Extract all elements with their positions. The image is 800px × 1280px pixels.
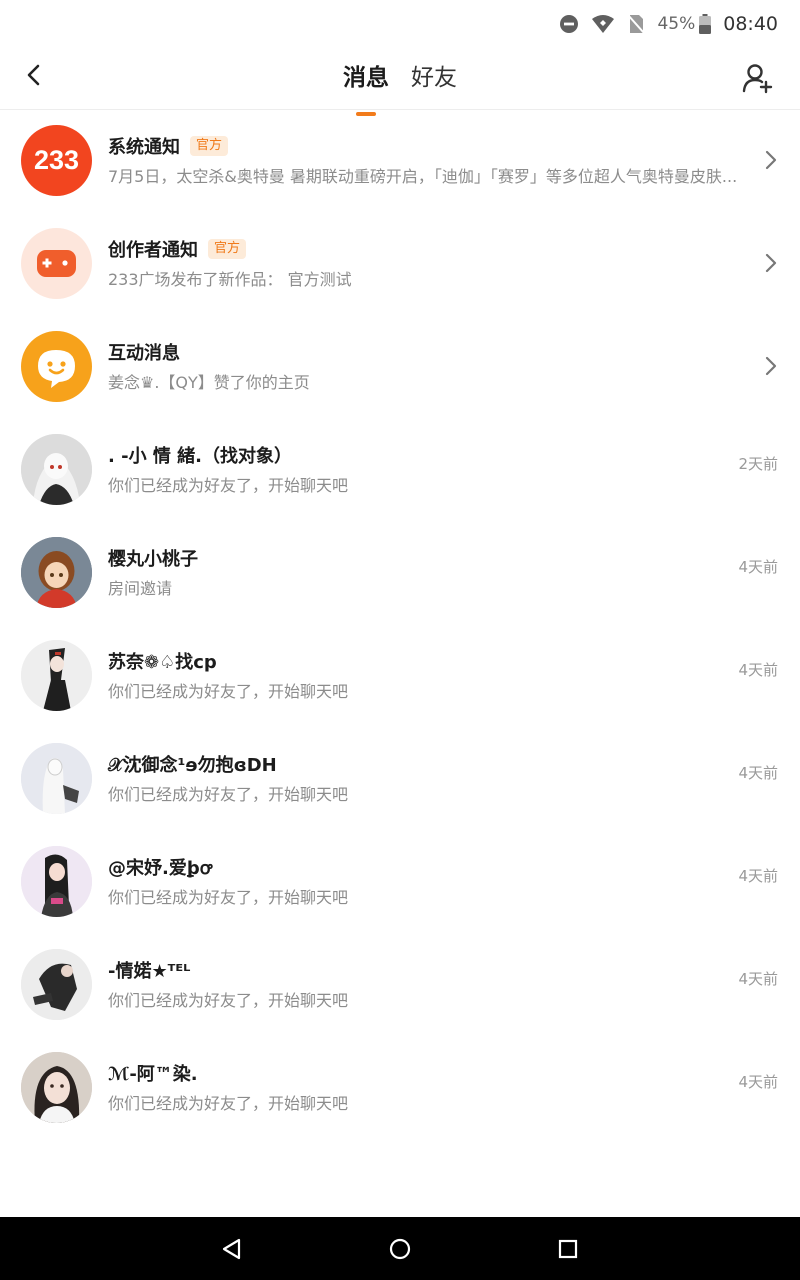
- item-time: 4天前: [738, 1073, 778, 1091]
- item-preview: 233广场发布了新作品： 官方测试: [108, 270, 352, 289]
- add-friend-button[interactable]: [742, 62, 774, 94]
- item-time: 4天前: [738, 867, 778, 885]
- user-avatar: [21, 434, 92, 505]
- item-preview: 你们已经成为好友了，开始聊天吧: [108, 1094, 349, 1113]
- item-title: . -小 情 緒.（找对象）: [108, 446, 292, 467]
- chevron-right-icon: [765, 150, 777, 170]
- nav-recents-icon: [558, 1239, 578, 1259]
- nav-recents-button[interactable]: [556, 1237, 580, 1261]
- chevron-right-icon: [765, 253, 777, 273]
- user-avatar: [21, 1052, 92, 1123]
- item-time: 4天前: [738, 558, 778, 576]
- list-item-interaction-messages[interactable]: 互动消息 姜念♛.【QY】赞了你的主页: [0, 315, 800, 418]
- battery-percentage: 45%: [657, 14, 696, 34]
- chat-item[interactable]: -情婼★ᵀᴱᴸ 你们已经成为好友了，开始聊天吧 4天前: [0, 933, 800, 1036]
- nav-back-button[interactable]: [220, 1237, 244, 1261]
- item-title: -情婼★ᵀᴱᴸ: [108, 961, 191, 982]
- nav-home-icon: [389, 1238, 411, 1260]
- item-title: 创作者通知: [108, 240, 198, 261]
- official-badge: 官方: [208, 239, 247, 259]
- item-preview: 姜念♛.【QY】赞了你的主页: [108, 373, 310, 392]
- tab-friends[interactable]: 好友: [411, 62, 457, 102]
- item-preview: 你们已经成为好友了，开始聊天吧: [108, 682, 349, 701]
- system-nav-bar: [0, 1217, 800, 1280]
- chat-item[interactable]: 樱丸小桃子 房间邀请 4天前: [0, 521, 800, 624]
- list-item-creator-notice[interactable]: 创作者通知 官方 233广场发布了新作品： 官方测试: [0, 212, 800, 315]
- item-time: 2天前: [738, 455, 778, 473]
- list-item-system-notice[interactable]: 233 系统通知 官方 7月5日，太空杀&奥特曼 暑期联动重磅开启，「迪伽」「赛…: [0, 109, 800, 212]
- item-preview: 你们已经成为好友了，开始聊天吧: [108, 785, 349, 804]
- chat-item[interactable]: @宋妤.爱ꝧꝍ 你们已经成为好友了，开始聊天吧 4天前: [0, 830, 800, 933]
- tab-friends-label: 好友: [411, 65, 457, 91]
- item-preview: 7月5日，太空杀&奥特曼 暑期联动重磅开启，「迪伽」「赛罗」等多位超人气奥特曼皮…: [108, 167, 738, 186]
- chat-item[interactable]: 苏奈❁♤找cp 你们已经成为好友了，开始聊天吧 4天前: [0, 624, 800, 727]
- item-title: @宋妤.爱ꝧꝍ: [108, 858, 212, 879]
- item-preview: 你们已经成为好友了，开始聊天吧: [108, 888, 349, 907]
- battery-icon: [699, 14, 712, 34]
- item-time: 4天前: [738, 764, 778, 782]
- item-title: 系统通知: [108, 137, 180, 158]
- do-not-disturb-icon: [559, 14, 579, 34]
- nav-home-button[interactable]: [388, 1237, 412, 1261]
- status-bar: 45% 08:40: [0, 0, 800, 48]
- item-preview: 你们已经成为好友了，开始聊天吧: [108, 991, 349, 1010]
- item-title: 苏奈❁♤找cp: [108, 652, 217, 673]
- user-avatar: [21, 640, 92, 711]
- item-preview: 你们已经成为好友了，开始聊天吧: [108, 476, 349, 495]
- chevron-right-icon: [765, 356, 777, 376]
- system-notice-avatar: 233: [21, 125, 92, 196]
- header: 消息 好友: [0, 48, 800, 116]
- user-avatar: [21, 846, 92, 917]
- item-preview: 房间邀请: [108, 579, 173, 598]
- item-title: 𝒳沈御念¹ɘ勿抱ɞDH: [108, 755, 277, 776]
- chat-item[interactable]: ℳ-阿™染. 你们已经成为好友了，开始聊天吧 4天前: [0, 1036, 800, 1139]
- chat-item[interactable]: 𝒳沈御念¹ɘ勿抱ɞDH 你们已经成为好友了，开始聊天吧 4天前: [0, 727, 800, 830]
- nav-back-icon: [222, 1238, 241, 1260]
- wifi-icon: [591, 14, 615, 34]
- 233-logo-icon: 233: [34, 145, 79, 175]
- official-badge: 官方: [190, 136, 229, 156]
- user-avatar: [21, 743, 92, 814]
- tab-messages[interactable]: 消息: [343, 62, 389, 116]
- user-avatar: [21, 537, 92, 608]
- item-title: 互动消息: [108, 343, 180, 364]
- add-friend-icon: [742, 64, 774, 98]
- creator-notice-avatar: [21, 228, 92, 299]
- interaction-avatar: [21, 331, 92, 402]
- status-time: 08:40: [723, 13, 778, 35]
- user-avatar: [21, 949, 92, 1020]
- item-title: ℳ-阿™染.: [108, 1064, 198, 1085]
- item-time: 4天前: [738, 970, 778, 988]
- item-title: 樱丸小桃子: [108, 549, 198, 570]
- message-list: 233 系统通知 官方 7月5日，太空杀&奥特曼 暑期联动重磅开启，「迪伽」「赛…: [0, 109, 800, 1139]
- chat-face-icon: [38, 350, 75, 388]
- no-sim-icon: [627, 14, 646, 34]
- item-time: 4天前: [738, 661, 778, 679]
- tab-messages-label: 消息: [343, 65, 389, 91]
- svg-text:233: 233: [34, 145, 79, 175]
- chat-item[interactable]: . -小 情 緒.（找对象） 你们已经成为好友了，开始聊天吧 2天前: [0, 418, 800, 521]
- gamepad-icon: [37, 250, 76, 277]
- tab-bar: 消息 好友: [0, 62, 800, 116]
